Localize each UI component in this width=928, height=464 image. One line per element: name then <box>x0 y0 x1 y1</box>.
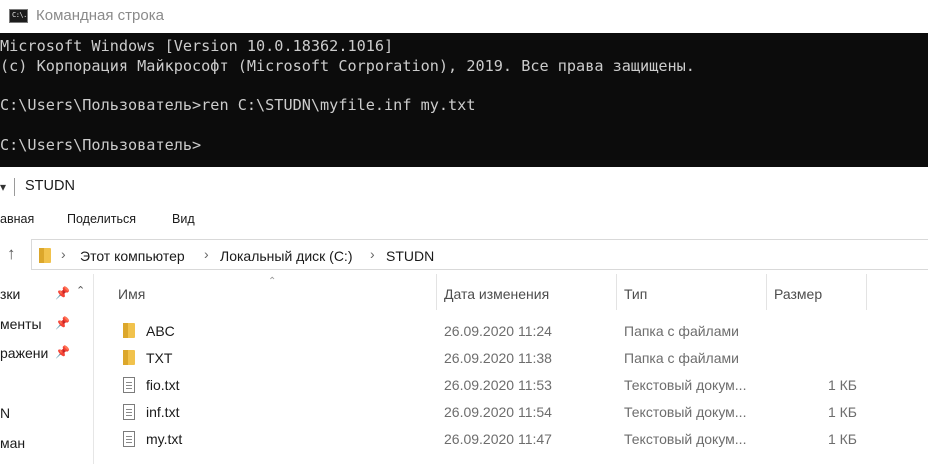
console-line: Microsoft Windows [Version 10.0.18362.10… <box>0 37 394 55</box>
text-file-icon <box>123 404 135 420</box>
file-type: Текстовый докум... <box>624 404 747 420</box>
console-titlebar[interactable]: C:\. Командная строка <box>0 0 928 33</box>
chevron-right-icon[interactable]: › <box>204 246 209 262</box>
address-bar[interactable]: › Этот компьютер › Локальный диск (C:) ›… <box>31 239 928 270</box>
chevron-right-icon[interactable]: › <box>370 246 375 262</box>
console-line: (c) Корпорация Майкрософт (Microsoft Cor… <box>0 57 695 75</box>
file-type: Папка с файлами <box>624 323 739 339</box>
file-row[interactable]: TXT 26.09.2020 11:38 Папка с файлами <box>95 345 928 372</box>
scroll-up-icon[interactable]: ⌃ <box>76 284 85 297</box>
text-file-icon <box>123 377 135 393</box>
file-type: Текстовый докум... <box>624 431 747 447</box>
file-row[interactable]: ABC 26.09.2020 11:24 Папка с файлами <box>95 318 928 345</box>
column-separator[interactable] <box>766 274 767 310</box>
navigation-pane: ⌃ зки 📌 менты 📌 ражени 📌 N ман <box>0 274 95 464</box>
breadcrumb-local-disk[interactable]: Локальный диск (C:) <box>220 248 353 264</box>
console-line: C:\Users\Пользователь>ren C:\STUDN\myfil… <box>0 96 476 114</box>
titlebar-divider <box>14 178 15 196</box>
sort-caret-icon: ⌃ <box>268 276 277 287</box>
file-date: 26.09.2020 11:53 <box>444 377 552 393</box>
file-type: Папка с файлами <box>624 350 739 366</box>
folder-icon <box>123 350 135 365</box>
pin-icon[interactable]: 📌 <box>55 316 70 330</box>
column-separator[interactable] <box>436 274 437 310</box>
column-header-type[interactable]: Тип <box>624 286 647 302</box>
file-date: 26.09.2020 11:24 <box>444 323 552 339</box>
console-window-title: Командная строка <box>36 7 164 24</box>
file-date: 26.09.2020 11:47 <box>444 431 552 447</box>
up-arrow-icon[interactable]: ↑ <box>7 244 16 264</box>
nav-item-misc[interactable]: ман <box>0 435 25 451</box>
file-name: fio.txt <box>146 377 180 393</box>
file-size: 1 КБ <box>827 377 857 393</box>
tab-share[interactable]: Поделиться <box>67 212 136 226</box>
breadcrumb-studn[interactable]: STUDN <box>386 248 434 264</box>
column-header-name[interactable]: Имя <box>118 286 145 302</box>
column-separator[interactable] <box>616 274 617 310</box>
ribbon-tabs: авная Поделиться Вид <box>0 204 928 234</box>
file-name: TXT <box>146 350 173 366</box>
file-size: 1 КБ <box>827 431 857 447</box>
chevron-right-icon[interactable]: › <box>61 246 66 262</box>
pin-icon[interactable]: 📌 <box>55 286 70 300</box>
pane-divider[interactable] <box>93 274 94 464</box>
text-file-icon <box>123 431 135 447</box>
folder-icon <box>123 323 135 338</box>
nav-item-downloads[interactable]: зки <box>0 286 20 302</box>
explorer-titlebar[interactable]: ▾ STUDN <box>0 174 928 202</box>
address-row: ↑ › Этот компьютер › Локальный диск (C:)… <box>0 236 928 272</box>
console-prompt-line[interactable]: C:\Users\Пользователь> <box>0 136 201 154</box>
column-header-size[interactable]: Размер <box>774 286 822 302</box>
quick-access-dropdown-icon[interactable]: ▾ <box>0 180 6 194</box>
file-date: 26.09.2020 11:38 <box>444 350 552 366</box>
pin-icon[interactable]: 📌 <box>55 345 70 359</box>
breadcrumb-this-pc[interactable]: Этот компьютер <box>80 248 185 264</box>
file-name: inf.txt <box>146 404 180 420</box>
console-app-icon[interactable]: C:\. <box>9 9 28 23</box>
explorer-window-title: STUDN <box>25 178 75 194</box>
file-size: 1 КБ <box>827 404 857 420</box>
file-row[interactable]: inf.txt 26.09.2020 11:54 Текстовый докум… <box>95 399 928 426</box>
console-output[interactable]: Microsoft Windows [Version 10.0.18362.10… <box>0 33 928 167</box>
nav-item-documents[interactable]: менты <box>0 316 42 332</box>
file-date: 26.09.2020 11:54 <box>444 404 552 420</box>
file-row[interactable]: my.txt 26.09.2020 11:47 Текстовый докум.… <box>95 426 928 453</box>
tab-view[interactable]: Вид <box>172 212 195 226</box>
folder-icon <box>39 248 51 263</box>
nav-item-studn[interactable]: N <box>0 405 10 421</box>
file-type: Текстовый докум... <box>624 377 747 393</box>
tab-home[interactable]: авная <box>0 212 34 226</box>
file-name: my.txt <box>146 431 183 447</box>
file-row[interactable]: fio.txt 26.09.2020 11:53 Текстовый докум… <box>95 372 928 399</box>
column-separator[interactable] <box>866 274 867 310</box>
nav-item-pictures[interactable]: ражени <box>0 345 48 361</box>
column-header-date[interactable]: Дата изменения <box>444 286 549 302</box>
file-name: ABC <box>146 323 175 339</box>
